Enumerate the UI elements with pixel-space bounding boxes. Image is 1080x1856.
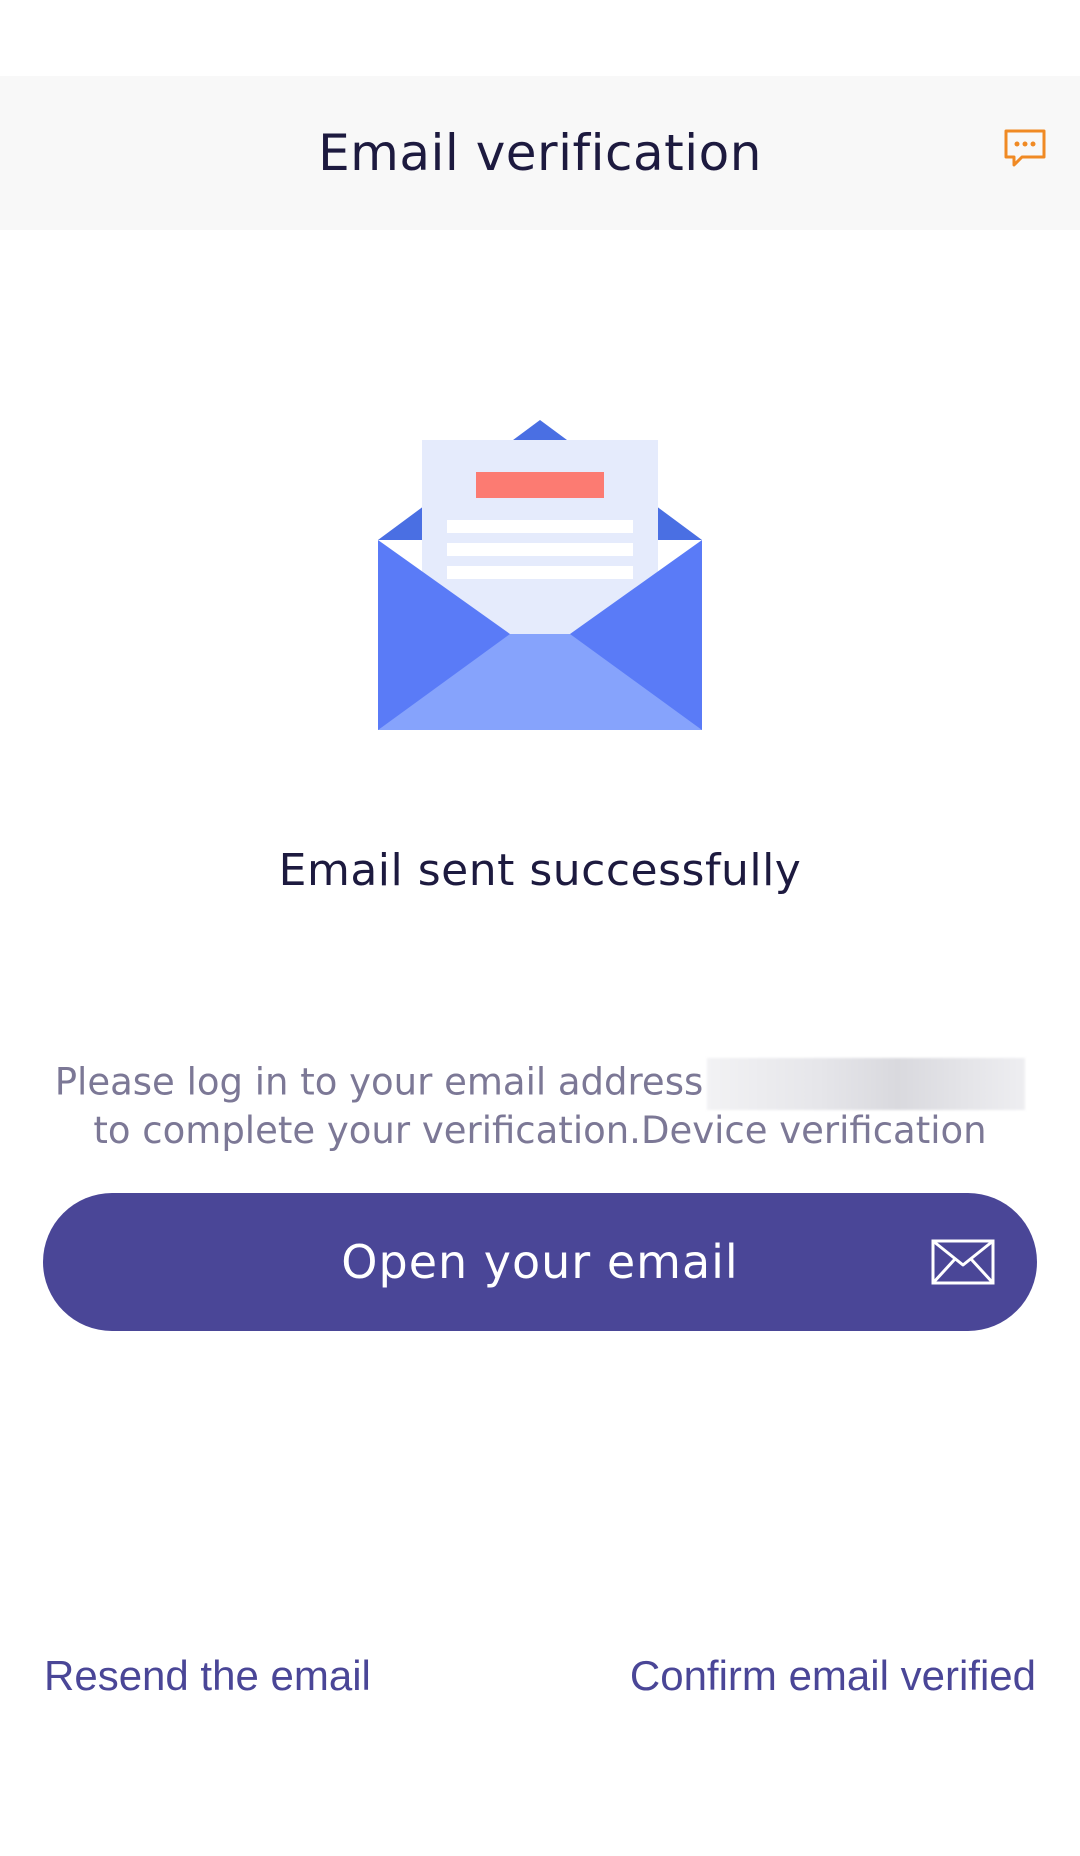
email-verification-screen: Email verification Email sent successful… bbox=[0, 0, 1080, 1856]
chat-bubble-icon[interactable] bbox=[1000, 123, 1050, 173]
open-email-button-label: Open your email bbox=[341, 1235, 739, 1289]
instructions-text: Please log in to your email address to c… bbox=[40, 1058, 1040, 1152]
instructions-line-2: to complete your verification.Device ver… bbox=[93, 1109, 987, 1152]
redacted-email-address bbox=[707, 1058, 1026, 1110]
page-title: Email verification bbox=[318, 124, 762, 182]
instructions-line-1: Please log in to your email address bbox=[40, 1058, 1040, 1110]
confirm-email-verified-link[interactable]: Confirm email verified bbox=[630, 1652, 1036, 1700]
resend-email-link[interactable]: Resend the email bbox=[44, 1652, 371, 1700]
open-envelope-icon bbox=[370, 416, 710, 736]
status-title: Email sent successfully bbox=[278, 845, 802, 896]
top-bar: Email verification bbox=[0, 76, 1080, 230]
open-email-button[interactable]: Open your email bbox=[43, 1193, 1037, 1331]
mail-icon bbox=[931, 1239, 995, 1285]
instructions-line-1-text: Please log in to your email address bbox=[54, 1060, 704, 1104]
